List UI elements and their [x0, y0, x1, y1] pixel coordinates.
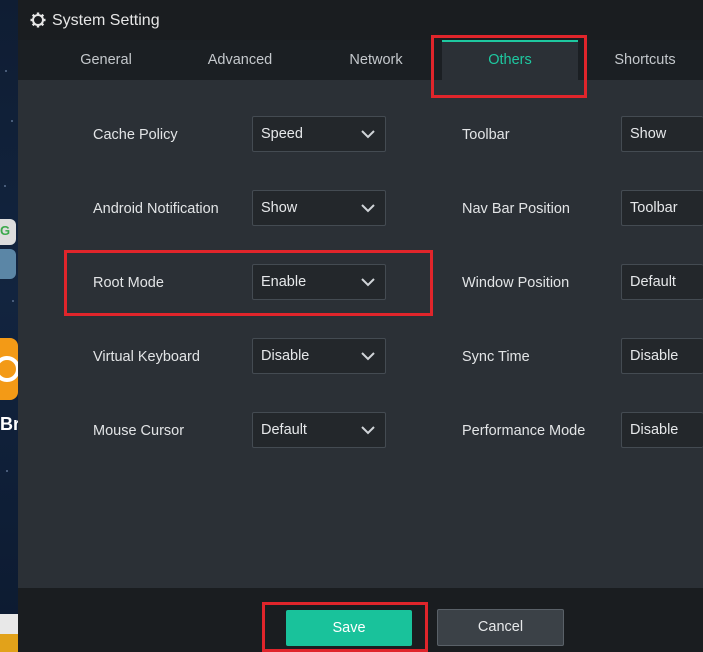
chevron-down-icon: [361, 278, 375, 287]
sync-time-select[interactable]: Disable: [621, 338, 703, 374]
background-app-label: Br: [0, 414, 21, 434]
star-dot: [12, 300, 14, 302]
background-app-icon: [0, 634, 18, 652]
select-value: Disable: [630, 348, 679, 364]
nav-bar-position-label: Nav Bar Position: [462, 201, 570, 217]
star-dot: [4, 185, 6, 187]
mouse-cursor-label: Mouse Cursor: [93, 423, 185, 439]
chevron-down-icon: [361, 204, 375, 213]
virtual-keyboard-label: Virtual Keyboard: [93, 349, 200, 365]
star-dot: [5, 70, 7, 72]
select-value: Enable: [261, 274, 307, 290]
select-value: Disable: [261, 348, 310, 364]
tab-network[interactable]: Network: [316, 40, 436, 80]
save-button[interactable]: Save: [286, 610, 412, 646]
tab-advanced[interactable]: Advanced: [180, 40, 300, 80]
performance-mode-select[interactable]: Disable: [621, 412, 703, 448]
background-app-icon: [0, 338, 20, 400]
android-notification-label: Android Notification: [93, 201, 219, 217]
star-dot: [6, 470, 8, 472]
select-value: Toolbar: [630, 200, 678, 216]
select-value: Show: [261, 200, 298, 216]
gear-icon: [30, 12, 46, 28]
select-value: Disable: [630, 422, 679, 438]
nav-bar-position-select[interactable]: Toolbar: [621, 190, 703, 226]
tab-others[interactable]: Others: [442, 40, 578, 80]
select-value: Show: [630, 126, 667, 142]
toolbar-label: Toolbar: [462, 127, 510, 143]
background-app-icon: [0, 249, 16, 279]
cache-policy-label: Cache Policy: [93, 127, 178, 143]
tab-bar: General Advanced Network Others Shortcut…: [18, 40, 703, 80]
virtual-keyboard-select[interactable]: Disable: [252, 338, 386, 374]
performance-mode-label: Performance Mode: [462, 423, 586, 439]
root-mode-select[interactable]: Enable: [252, 264, 386, 300]
settings-panel: [18, 80, 703, 588]
tab-shortcuts[interactable]: Shortcuts: [585, 40, 703, 80]
system-setting-dialog: System Setting General Advanced Network …: [18, 0, 703, 652]
cache-policy-select[interactable]: Speed: [252, 116, 386, 152]
sync-time-label: Sync Time: [462, 349, 530, 365]
tab-general[interactable]: General: [46, 40, 166, 80]
select-value: Default: [261, 422, 307, 438]
toolbar-select[interactable]: Show: [621, 116, 703, 152]
mouse-cursor-select[interactable]: Default: [252, 412, 386, 448]
background-app-icon: [0, 614, 18, 634]
cancel-button[interactable]: Cancel: [437, 609, 564, 646]
background-app-icon: G: [0, 219, 16, 245]
select-value: Default: [630, 274, 676, 290]
android-notification-select[interactable]: Show: [252, 190, 386, 226]
root-mode-label: Root Mode: [93, 275, 164, 291]
chevron-down-icon: [361, 130, 375, 139]
window-position-label: Window Position: [462, 275, 570, 291]
window-title: System Setting: [52, 12, 160, 29]
chevron-down-icon: [361, 352, 375, 361]
window-position-select[interactable]: Default: [621, 264, 703, 300]
title-bar: System Setting: [18, 0, 703, 40]
background-app: G Br: [0, 0, 21, 652]
chevron-down-icon: [361, 426, 375, 435]
select-value: Speed: [261, 126, 303, 142]
star-dot: [11, 120, 13, 122]
